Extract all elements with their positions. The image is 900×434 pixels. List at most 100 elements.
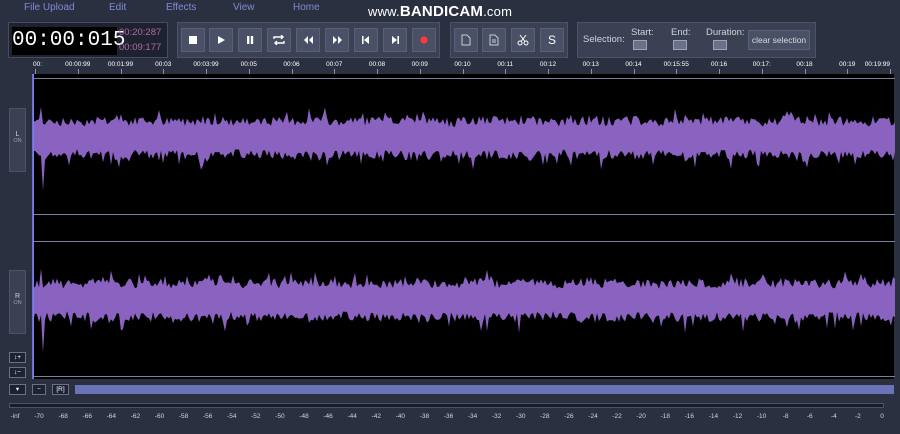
record-icon: [420, 36, 428, 44]
meter-db-label: -40: [395, 413, 406, 420]
rewind-button[interactable]: [296, 28, 320, 52]
meter-db-label: -36: [443, 413, 454, 420]
zoom-in-button[interactable]: ↕+: [9, 352, 26, 363]
silence-button[interactable]: S: [540, 28, 564, 52]
menu-file-upload[interactable]: File Upload: [24, 2, 75, 13]
transport-controls: [177, 22, 440, 58]
ruler-tick-label: 00:19: [839, 61, 856, 68]
channel-right-toggle[interactable]: R ON: [9, 270, 26, 334]
level-meter-scale: -inf -70 -68 -66 -64 -62 -60 -58 -56 -54 -52 -50 -48…: [9, 410, 884, 424]
ruler-tick-label: 00:18: [796, 61, 813, 68]
fast-forward-button[interactable]: [325, 28, 349, 52]
selection-duration: 00:09:177: [119, 42, 162, 53]
meter-db-label: -14: [708, 413, 719, 420]
ruler-tick-label: 00:: [33, 61, 43, 68]
play-button[interactable]: [209, 28, 233, 52]
copy-icon: [461, 34, 471, 46]
skip-end-button[interactable]: [383, 28, 407, 52]
ruler-tick-label: 00:16: [710, 61, 728, 68]
skip-start-button[interactable]: [354, 28, 378, 52]
meter-db-label: -70: [34, 413, 44, 420]
menu-edit[interactable]: Edit: [109, 2, 126, 13]
selection-panel: Selection: Start: End: Duration: clear s…: [577, 22, 816, 58]
meter-db-label: -38: [419, 413, 430, 420]
pause-button[interactable]: [238, 28, 262, 52]
stop-button[interactable]: [181, 28, 205, 52]
ruler-tick-label: 00:12: [539, 61, 557, 68]
track-divider: [33, 78, 895, 79]
meter-db-label: -42: [371, 413, 381, 420]
track-divider: [33, 376, 895, 377]
meter-db-label: -68: [58, 413, 68, 420]
rewind-icon: [303, 36, 313, 44]
paste-icon: [489, 34, 499, 46]
track-divider: [33, 241, 895, 242]
waveform-canvas: [33, 106, 895, 353]
meter-db-label: -56: [202, 413, 213, 420]
total-duration: 00:20:287: [119, 27, 162, 38]
track-divider: [33, 214, 895, 215]
meter-db-label: -12: [732, 413, 743, 420]
channel-right-state: ON: [13, 300, 22, 306]
meter-db-label: -66: [82, 413, 92, 420]
meter-db-label: -46: [323, 413, 333, 420]
paste-button[interactable]: [482, 28, 506, 52]
loop-icon: [273, 35, 285, 45]
meter-db-label: -30: [516, 413, 526, 420]
ruler-tick-label: 00:15:55: [663, 61, 689, 68]
ruler-tick-label: 00:03: [155, 61, 172, 68]
pause-icon: [247, 36, 254, 44]
start-label: Start:: [631, 27, 654, 38]
stop-icon: [189, 36, 197, 44]
channel-left-toggle[interactable]: L ON: [9, 108, 26, 172]
ruler-tick-label: 00:06: [283, 61, 300, 68]
ruler-tick-label: 00:00:99: [65, 61, 91, 68]
current-time: 00:00:015: [12, 27, 125, 55]
ruler-tick-label: 00:07: [326, 61, 343, 68]
timeline-ruler[interactable]: 00: 00:00:99 00:01:99 00:03 00:03:99 00:05 00:…: [33, 60, 893, 74]
waveform-area[interactable]: [32, 74, 895, 379]
duration-field[interactable]: [713, 40, 727, 50]
channel-left-state: ON: [13, 138, 22, 144]
selection-label: Selection:: [583, 34, 625, 45]
loop-button[interactable]: [267, 28, 291, 52]
scroll-bar-area: ▾ − [R]: [9, 384, 894, 395]
toolbar: 00:00:015 00:20:287 00:09:177 S Selectio…: [0, 16, 900, 60]
meter-db-label: -inf: [10, 413, 20, 420]
meter-db-label: -34: [467, 413, 478, 420]
horizontal-scrollbar[interactable]: [75, 385, 894, 394]
meter-db-label: -44: [347, 413, 357, 420]
record-button[interactable]: [412, 28, 436, 52]
toggle-button[interactable]: ▾: [9, 384, 26, 395]
meter-db-label: 0: [880, 413, 884, 420]
ruler-tick-label: 00:11: [497, 61, 514, 68]
cut-button[interactable]: [511, 28, 535, 52]
ruler-tick-label: 00:17:: [752, 61, 771, 68]
zoom-minus-button[interactable]: −: [32, 384, 46, 395]
ruler-tick-label: 00:09: [411, 61, 428, 68]
play-icon: [218, 36, 225, 44]
meter-db-label: -48: [299, 413, 309, 420]
ruler-tick-label: 00:19:99: [864, 61, 890, 68]
end-field[interactable]: [673, 40, 687, 50]
menu-bar: File Upload Edit Effects View Home www.B…: [0, 0, 900, 20]
zoom-out-button[interactable]: ↕−: [9, 367, 26, 378]
meter-db-label: -50: [275, 413, 285, 420]
meter-db-label: -58: [178, 413, 189, 420]
level-meter-bar: [9, 403, 884, 408]
clear-selection-button[interactable]: clear selection: [748, 30, 810, 50]
menu-home[interactable]: Home: [293, 2, 320, 13]
reset-zoom-button[interactable]: [R]: [52, 384, 69, 395]
meter-db-label: -54: [227, 413, 237, 420]
skip-start-icon: [362, 36, 369, 44]
meter-db-label: -28: [540, 413, 550, 420]
waveform-right-channel: [33, 268, 895, 353]
playhead-cursor[interactable]: [33, 74, 34, 379]
start-field[interactable]: [633, 40, 647, 50]
meter-db-label: -20: [636, 413, 646, 420]
meter-db-label: -64: [106, 413, 117, 420]
menu-effects[interactable]: Effects: [166, 2, 196, 13]
edit-tools: S: [450, 22, 568, 58]
menu-view[interactable]: View: [233, 2, 255, 13]
copy-button[interactable]: [454, 28, 478, 52]
